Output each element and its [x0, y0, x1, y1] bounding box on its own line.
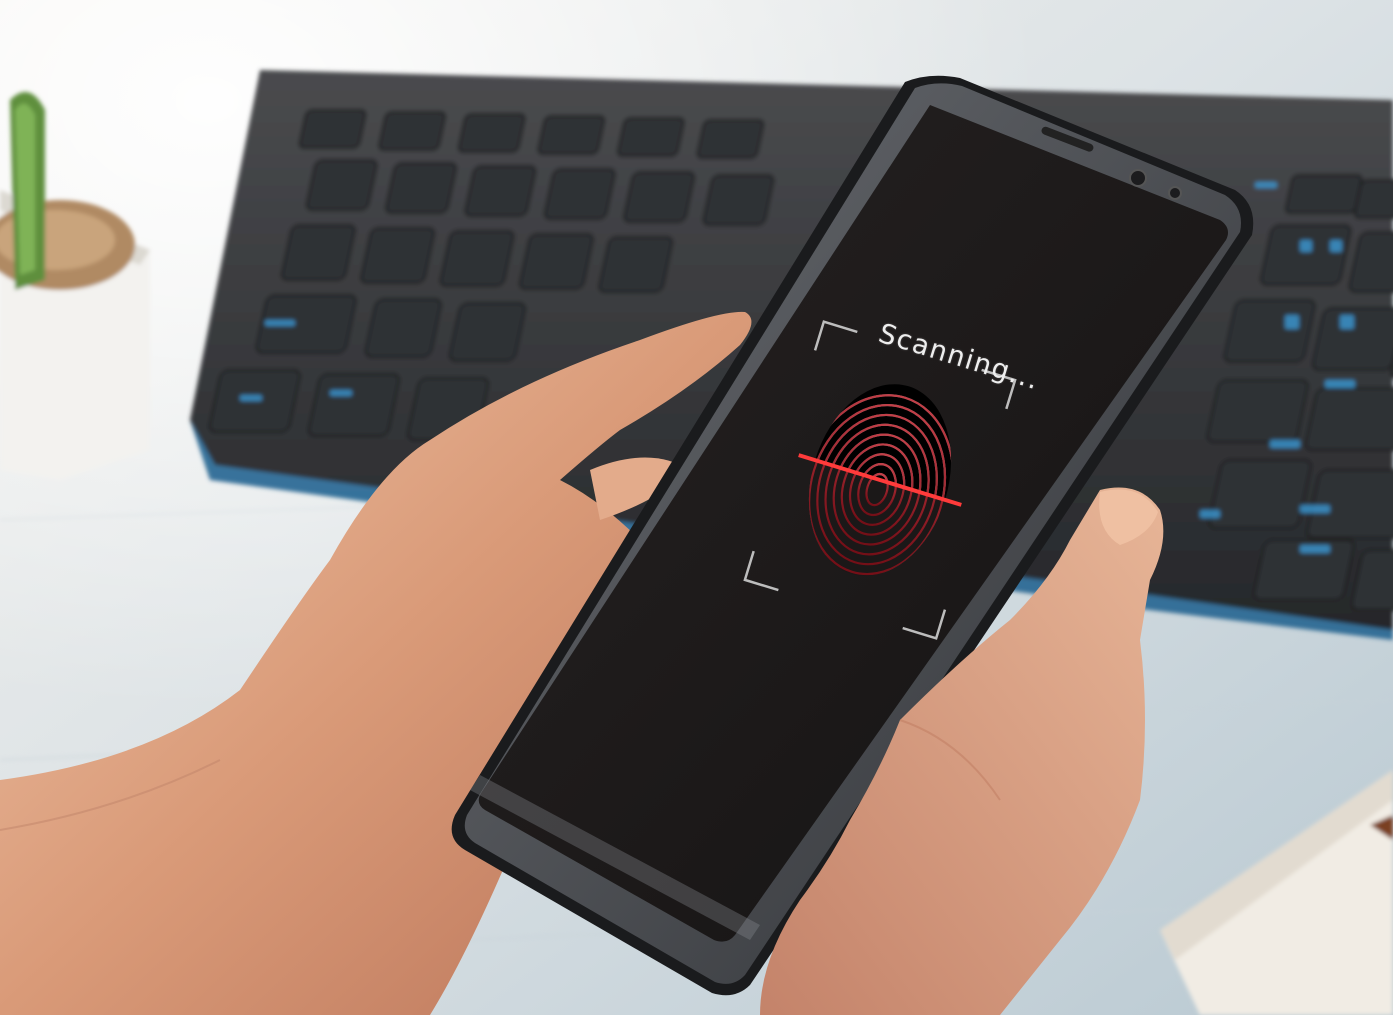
sensor-icon: [1168, 186, 1182, 200]
photo-scene: Scanning...: [0, 0, 1393, 1015]
front-camera-icon: [1129, 169, 1147, 187]
photo-illustration: [0, 0, 1393, 1015]
